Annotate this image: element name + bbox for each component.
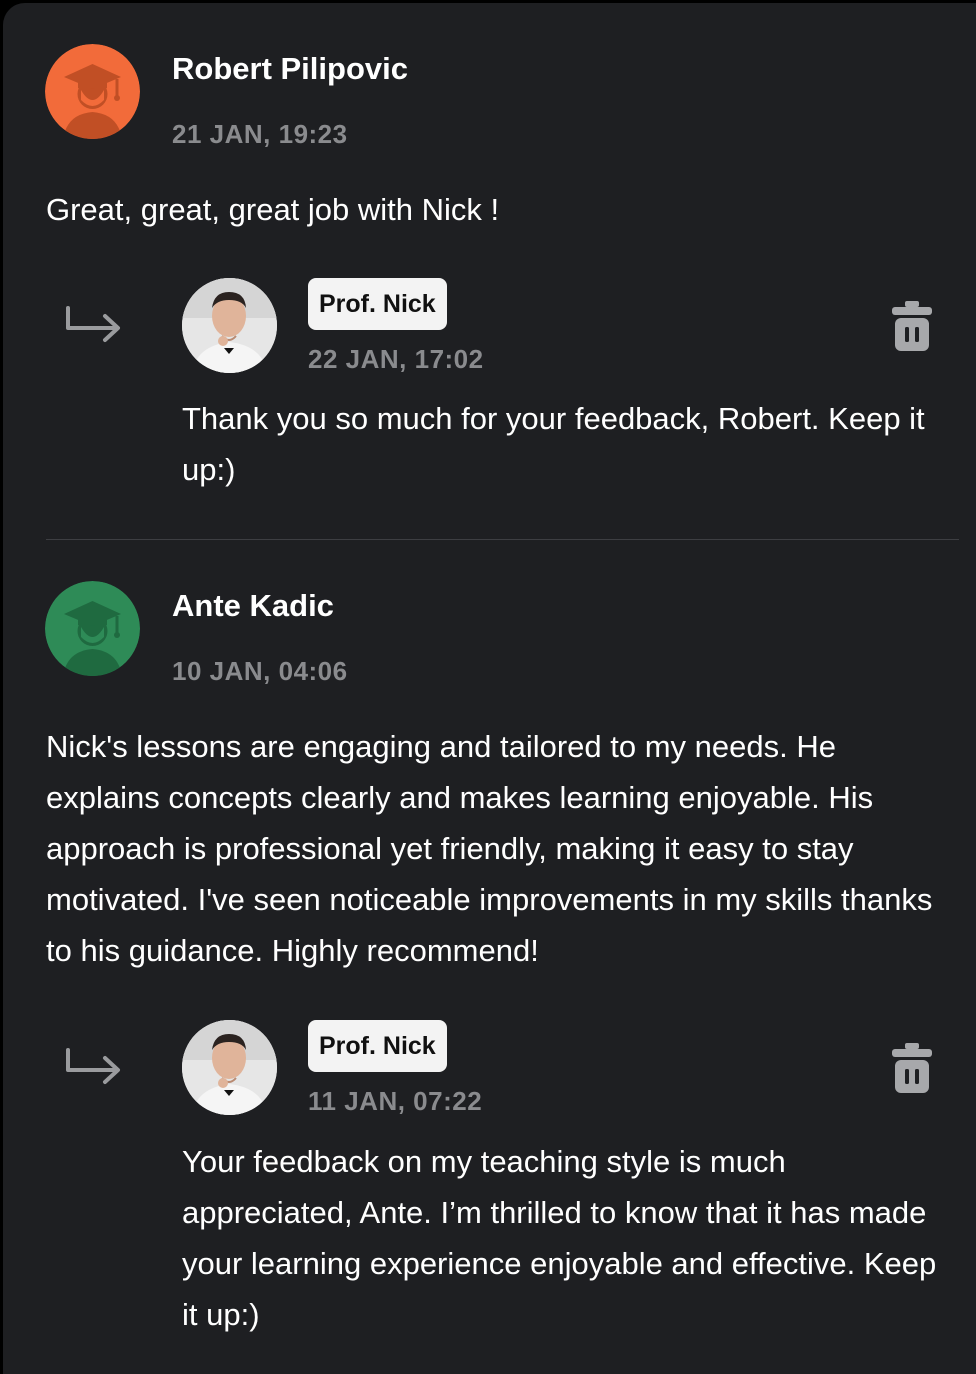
trash-icon xyxy=(892,301,932,351)
reply-date: 11 JAN, 07:22 xyxy=(308,1086,483,1116)
review-author-name: Ante Kadic xyxy=(172,588,334,623)
student-avatar xyxy=(45,44,140,139)
reply-arrow-icon xyxy=(66,306,120,342)
reply-text: Your feedback on my teaching style is mu… xyxy=(182,1144,937,1332)
prof-avatar xyxy=(182,1020,277,1115)
graduation-cap-icon xyxy=(45,581,140,676)
review-text: Great, great, great job with Nick ! xyxy=(46,192,500,227)
prof-photo xyxy=(182,1020,277,1115)
reply-date: 22 JAN, 17:02 xyxy=(308,344,484,374)
review-author-name: Robert Pilipovic xyxy=(172,51,408,86)
graduation-cap-icon xyxy=(45,44,140,139)
review-date: 10 JAN, 04:06 xyxy=(172,656,348,686)
reply-arrow-icon xyxy=(66,1048,120,1084)
reply-text: Thank you so much for your feedback, Rob… xyxy=(182,401,925,487)
trash-icon xyxy=(892,1043,932,1093)
review-divider xyxy=(46,539,959,540)
review-date: 21 JAN, 19:23 xyxy=(172,119,348,149)
student-avatar xyxy=(45,581,140,676)
delete-button[interactable] xyxy=(892,1043,932,1095)
delete-button[interactable] xyxy=(892,301,932,353)
review-text: Nick's lessons are engaging and tailored… xyxy=(46,729,933,968)
prof-photo xyxy=(182,278,277,373)
prof-badge: Prof. Nick xyxy=(308,278,447,330)
prof-avatar xyxy=(182,278,277,373)
prof-badge: Prof. Nick xyxy=(308,1020,447,1072)
reviews-panel: Robert Pilipovic 21 JAN, 19:23 Great, gr… xyxy=(3,3,976,1374)
